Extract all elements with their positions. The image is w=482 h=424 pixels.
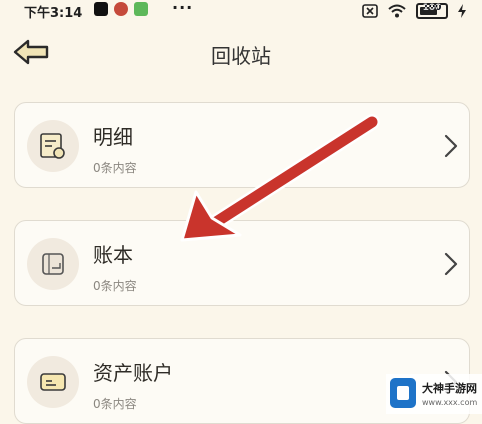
- watermark-title: 大神手游网: [422, 382, 477, 395]
- receipt-icon: [40, 133, 65, 159]
- card-wallet-icon: [40, 373, 66, 391]
- green-app-icon: [134, 2, 148, 16]
- card-icon-circle: [27, 120, 79, 172]
- card-title: 账本: [93, 243, 133, 267]
- card-title: 资产账户: [93, 361, 173, 385]
- battery-text: 100: [422, 3, 442, 13]
- status-bar: 下午3:14 ··· 100: [0, 0, 482, 22]
- chevron-right-icon: [444, 134, 458, 158]
- card-count: 0条内容: [93, 397, 137, 411]
- more-notifications-icon: ···: [172, 0, 194, 17]
- watermark: 大神手游网 www.xxx.com: [386, 374, 482, 414]
- battery-icon: 100: [416, 3, 448, 19]
- page-title: 回收站: [211, 44, 271, 68]
- card-icon-circle: [27, 238, 79, 290]
- ledger-book-icon: [42, 253, 64, 275]
- status-time: 下午3:14: [24, 6, 83, 21]
- sim-off-icon: [362, 4, 378, 18]
- watermark-url: www.xxx.com: [422, 398, 478, 407]
- charging-icon: [458, 4, 466, 18]
- card-count: 0条内容: [93, 161, 137, 175]
- status-right: 100: [362, 3, 466, 19]
- nav-bar: 回收站: [0, 30, 482, 74]
- chevron-right-icon: [444, 252, 458, 276]
- card-icon-circle: [27, 356, 79, 408]
- watermark-logo-icon: [390, 378, 416, 408]
- card-title: 明细: [93, 125, 133, 149]
- card-ledger[interactable]: 账本 0条内容: [14, 220, 470, 306]
- notification-icons: [94, 2, 148, 16]
- card-details[interactable]: 明细 0条内容: [14, 102, 470, 188]
- tiktok-icon: [94, 2, 108, 16]
- app-notification-icon: [114, 2, 128, 16]
- wifi-icon: [388, 4, 406, 18]
- card-count: 0条内容: [93, 279, 137, 293]
